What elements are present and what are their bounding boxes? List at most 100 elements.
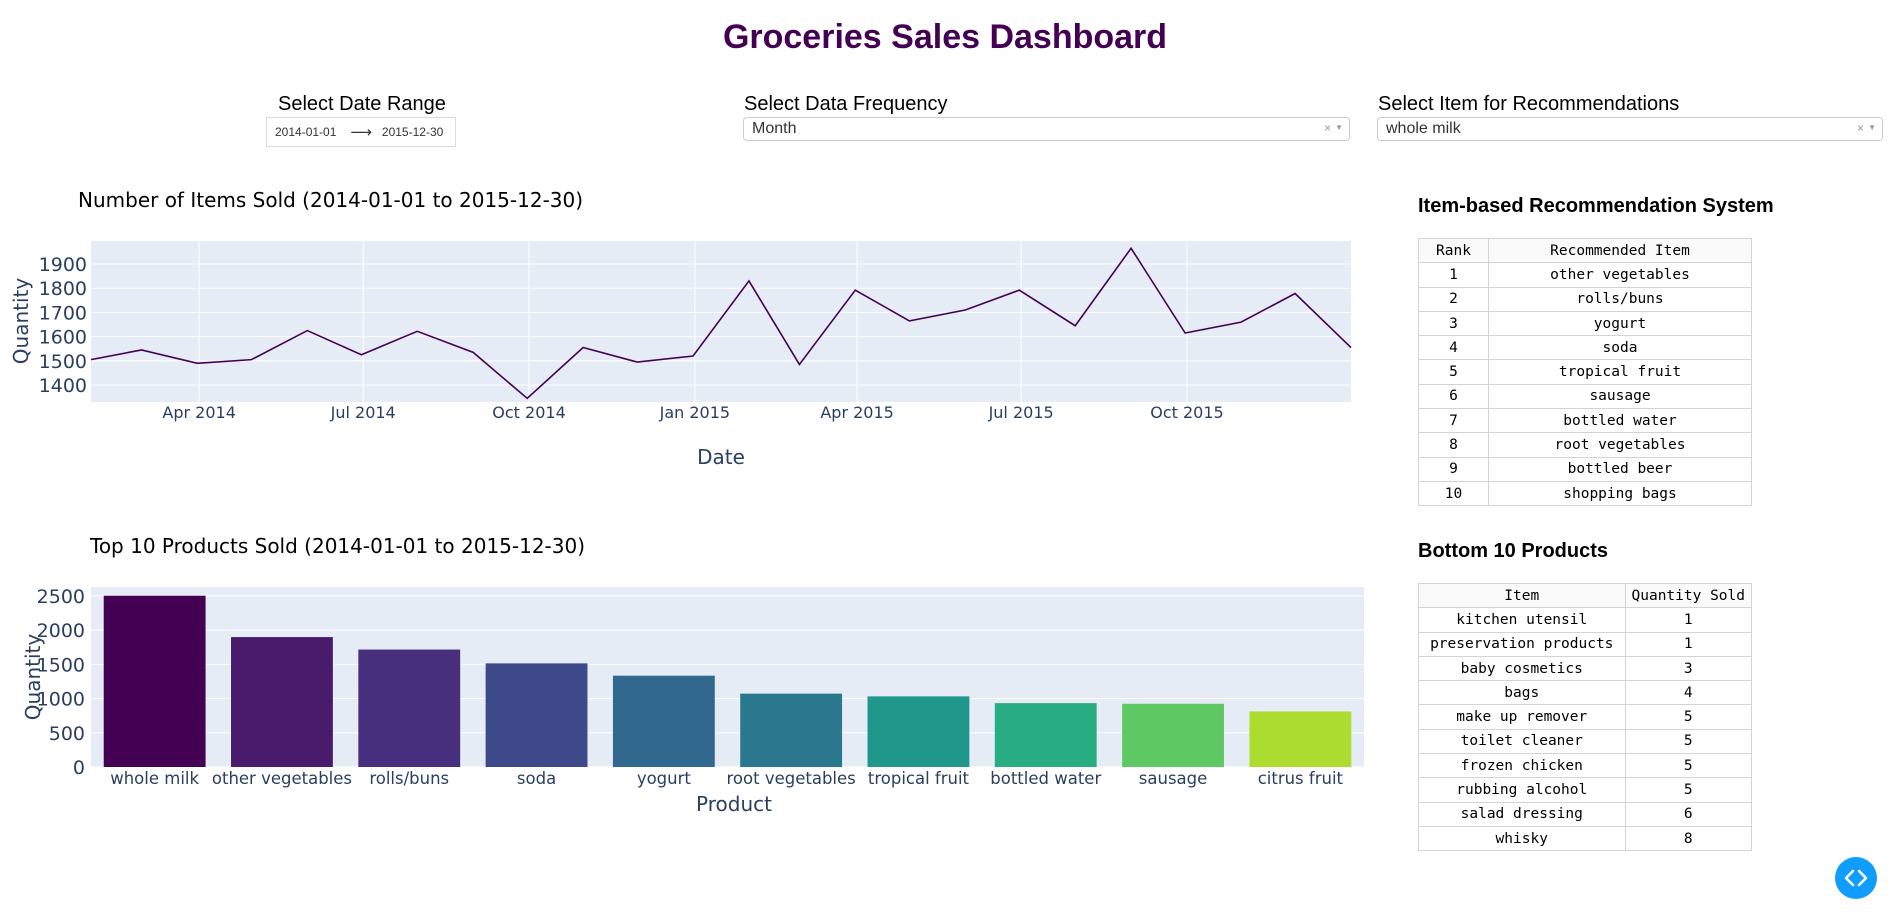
table-cell[interactable]: 1 xyxy=(1418,262,1489,288)
table-cell[interactable]: rolls/buns xyxy=(1488,286,1752,312)
table-cell[interactable]: shopping bags xyxy=(1488,480,1752,507)
table-cell[interactable]: salad dressing xyxy=(1418,801,1626,827)
table-cell[interactable]: 6 xyxy=(1418,383,1489,410)
arrow-right-icon: ⟶ xyxy=(350,124,372,141)
bar[interactable] xyxy=(740,693,843,767)
x-tick-label: bottled water xyxy=(990,769,1101,788)
clear-icon[interactable]: × xyxy=(1857,121,1864,135)
table-cell[interactable]: root vegetables xyxy=(1488,432,1752,458)
table-cell[interactable]: bottled water xyxy=(1488,408,1752,434)
bottom-product-row[interactable]: make up remover 5 xyxy=(1418,704,1752,730)
bar-chart[interactable]: Top 10 Products Sold (2014-01-01 to 2015… xyxy=(0,525,1370,825)
bar[interactable] xyxy=(485,663,588,767)
table-cell[interactable]: 9 xyxy=(1418,456,1489,482)
table-cell[interactable]: 5 xyxy=(1624,728,1752,755)
y-axis-label: Quantity xyxy=(21,634,45,721)
table-cell[interactable]: 4 xyxy=(1624,680,1752,706)
y-tick-label: 1800 xyxy=(39,278,87,300)
recommendation-row[interactable]: 7 bottled water xyxy=(1418,408,1752,434)
table-cell[interactable]: kitchen utensil xyxy=(1418,607,1626,633)
table-cell[interactable]: 3 xyxy=(1418,310,1489,337)
column-header[interactable]: Quantity Sold xyxy=(1624,582,1752,609)
bottom-product-row[interactable]: bags 4 xyxy=(1418,680,1752,706)
recommendation-row[interactable]: 8 root vegetables xyxy=(1418,432,1752,458)
recommendation-row[interactable]: 9 bottled beer xyxy=(1418,456,1752,482)
caret-down-icon[interactable]: ▼ xyxy=(1868,123,1876,132)
bottom-product-row[interactable]: kitchen utensil 1 xyxy=(1418,607,1752,633)
table-cell[interactable]: toilet cleaner xyxy=(1418,728,1626,755)
recommendation-row[interactable]: 10 shopping bags xyxy=(1418,480,1752,507)
bar[interactable] xyxy=(103,595,206,767)
table-cell[interactable]: 2 xyxy=(1418,286,1489,312)
table-cell[interactable]: tropical fruit xyxy=(1488,359,1752,385)
table-cell[interactable]: whisky xyxy=(1418,825,1626,852)
x-tick-label: Oct 2015 xyxy=(1150,403,1223,422)
table-cell[interactable]: 5 xyxy=(1624,753,1752,779)
table-cell[interactable]: other vegetables xyxy=(1488,262,1752,288)
table-cell[interactable]: 6 xyxy=(1624,801,1752,827)
table-cell[interactable]: 1 xyxy=(1624,607,1752,633)
table-cell[interactable]: baby cosmetics xyxy=(1418,655,1626,682)
bottom-product-row[interactable]: whisky 8 xyxy=(1418,825,1752,852)
table-cell[interactable]: soda xyxy=(1488,335,1752,361)
recommendation-row[interactable]: 4 soda xyxy=(1418,335,1752,361)
bottom-product-row[interactable]: preservation products 1 xyxy=(1418,631,1752,657)
column-header[interactable]: Item xyxy=(1418,582,1626,609)
table-cell[interactable]: preservation products xyxy=(1418,631,1626,657)
bottom-product-row[interactable]: baby cosmetics 3 xyxy=(1418,655,1752,682)
table-cell[interactable]: rubbing alcohol xyxy=(1418,777,1626,803)
bar[interactable] xyxy=(1122,703,1224,767)
table-cell[interactable]: 1 xyxy=(1624,631,1752,657)
bar[interactable] xyxy=(231,637,333,767)
x-axis-label: Date xyxy=(697,445,745,469)
frequency-dropdown[interactable]: Month × ▼ xyxy=(743,117,1350,141)
table-cell[interactable]: make up remover xyxy=(1418,704,1626,730)
table-cell[interactable]: 10 xyxy=(1418,480,1489,507)
start-date-input[interactable]: 2014-01-01 xyxy=(267,125,336,139)
table-cell[interactable]: 3 xyxy=(1624,655,1752,682)
x-tick-label: Apr 2015 xyxy=(820,403,893,422)
table-cell[interactable]: sausage xyxy=(1488,383,1752,410)
recommendation-row[interactable]: 3 yogurt xyxy=(1418,310,1752,337)
bar[interactable] xyxy=(867,696,970,767)
bottom-product-row[interactable]: salad dressing 6 xyxy=(1418,801,1752,827)
debug-menu-button[interactable] xyxy=(1835,857,1877,899)
bottom-product-row[interactable]: rubbing alcohol 5 xyxy=(1418,777,1752,803)
table-cell[interactable]: 4 xyxy=(1418,335,1489,361)
bottom-product-row[interactable]: frozen chicken 5 xyxy=(1418,753,1752,779)
table-cell[interactable]: frozen chicken xyxy=(1418,753,1626,779)
caret-down-icon[interactable]: ▼ xyxy=(1335,123,1343,132)
table-cell[interactable]: 5 xyxy=(1418,359,1489,385)
y-tick-label: 1900 xyxy=(39,254,87,276)
column-header[interactable]: Recommended Item xyxy=(1488,237,1752,264)
end-date-input[interactable]: 2015-12-30 xyxy=(382,125,443,139)
recommendation-row[interactable]: 1 other vegetables xyxy=(1418,262,1752,288)
table-cell[interactable]: bottled beer xyxy=(1488,456,1752,482)
table-cell[interactable]: bags xyxy=(1418,680,1626,706)
table-cell[interactable]: yogurt xyxy=(1488,310,1752,337)
recommendation-row[interactable]: 6 sausage xyxy=(1418,383,1752,410)
x-tick-label: Oct 2014 xyxy=(492,403,565,422)
clear-icon[interactable]: × xyxy=(1324,121,1331,135)
column-header[interactable]: Rank xyxy=(1418,237,1489,264)
bar[interactable] xyxy=(994,703,1097,767)
x-tick-label: sausage xyxy=(1139,769,1208,788)
table-cell[interactable]: 5 xyxy=(1624,777,1752,803)
table-cell[interactable]: 8 xyxy=(1624,825,1752,852)
x-tick-label: citrus fruit xyxy=(1258,769,1344,788)
y-axis-label: Quantity xyxy=(9,278,33,365)
bar[interactable] xyxy=(1249,711,1352,767)
table-cell[interactable]: 7 xyxy=(1418,408,1489,434)
table-cell[interactable]: 5 xyxy=(1624,704,1752,730)
bottom-products-heading: Bottom 10 Products xyxy=(1418,540,1609,562)
item-dropdown[interactable]: whole milk × ▼ xyxy=(1377,117,1883,141)
recommendation-row[interactable]: 5 tropical fruit xyxy=(1418,359,1752,385)
chart-title: Number of Items Sold (2014-01-01 to 2015… xyxy=(78,188,583,212)
line-chart[interactable]: Number of Items Sold (2014-01-01 to 2015… xyxy=(0,180,1370,480)
recommendation-row[interactable]: 2 rolls/buns xyxy=(1418,286,1752,312)
date-range-picker[interactable]: 2014-01-01 ⟶ 2015-12-30 xyxy=(266,117,456,147)
bar[interactable] xyxy=(358,649,461,767)
bottom-product-row[interactable]: toilet cleaner 5 xyxy=(1418,728,1752,755)
table-cell[interactable]: 8 xyxy=(1418,432,1489,458)
bar[interactable] xyxy=(612,675,715,767)
